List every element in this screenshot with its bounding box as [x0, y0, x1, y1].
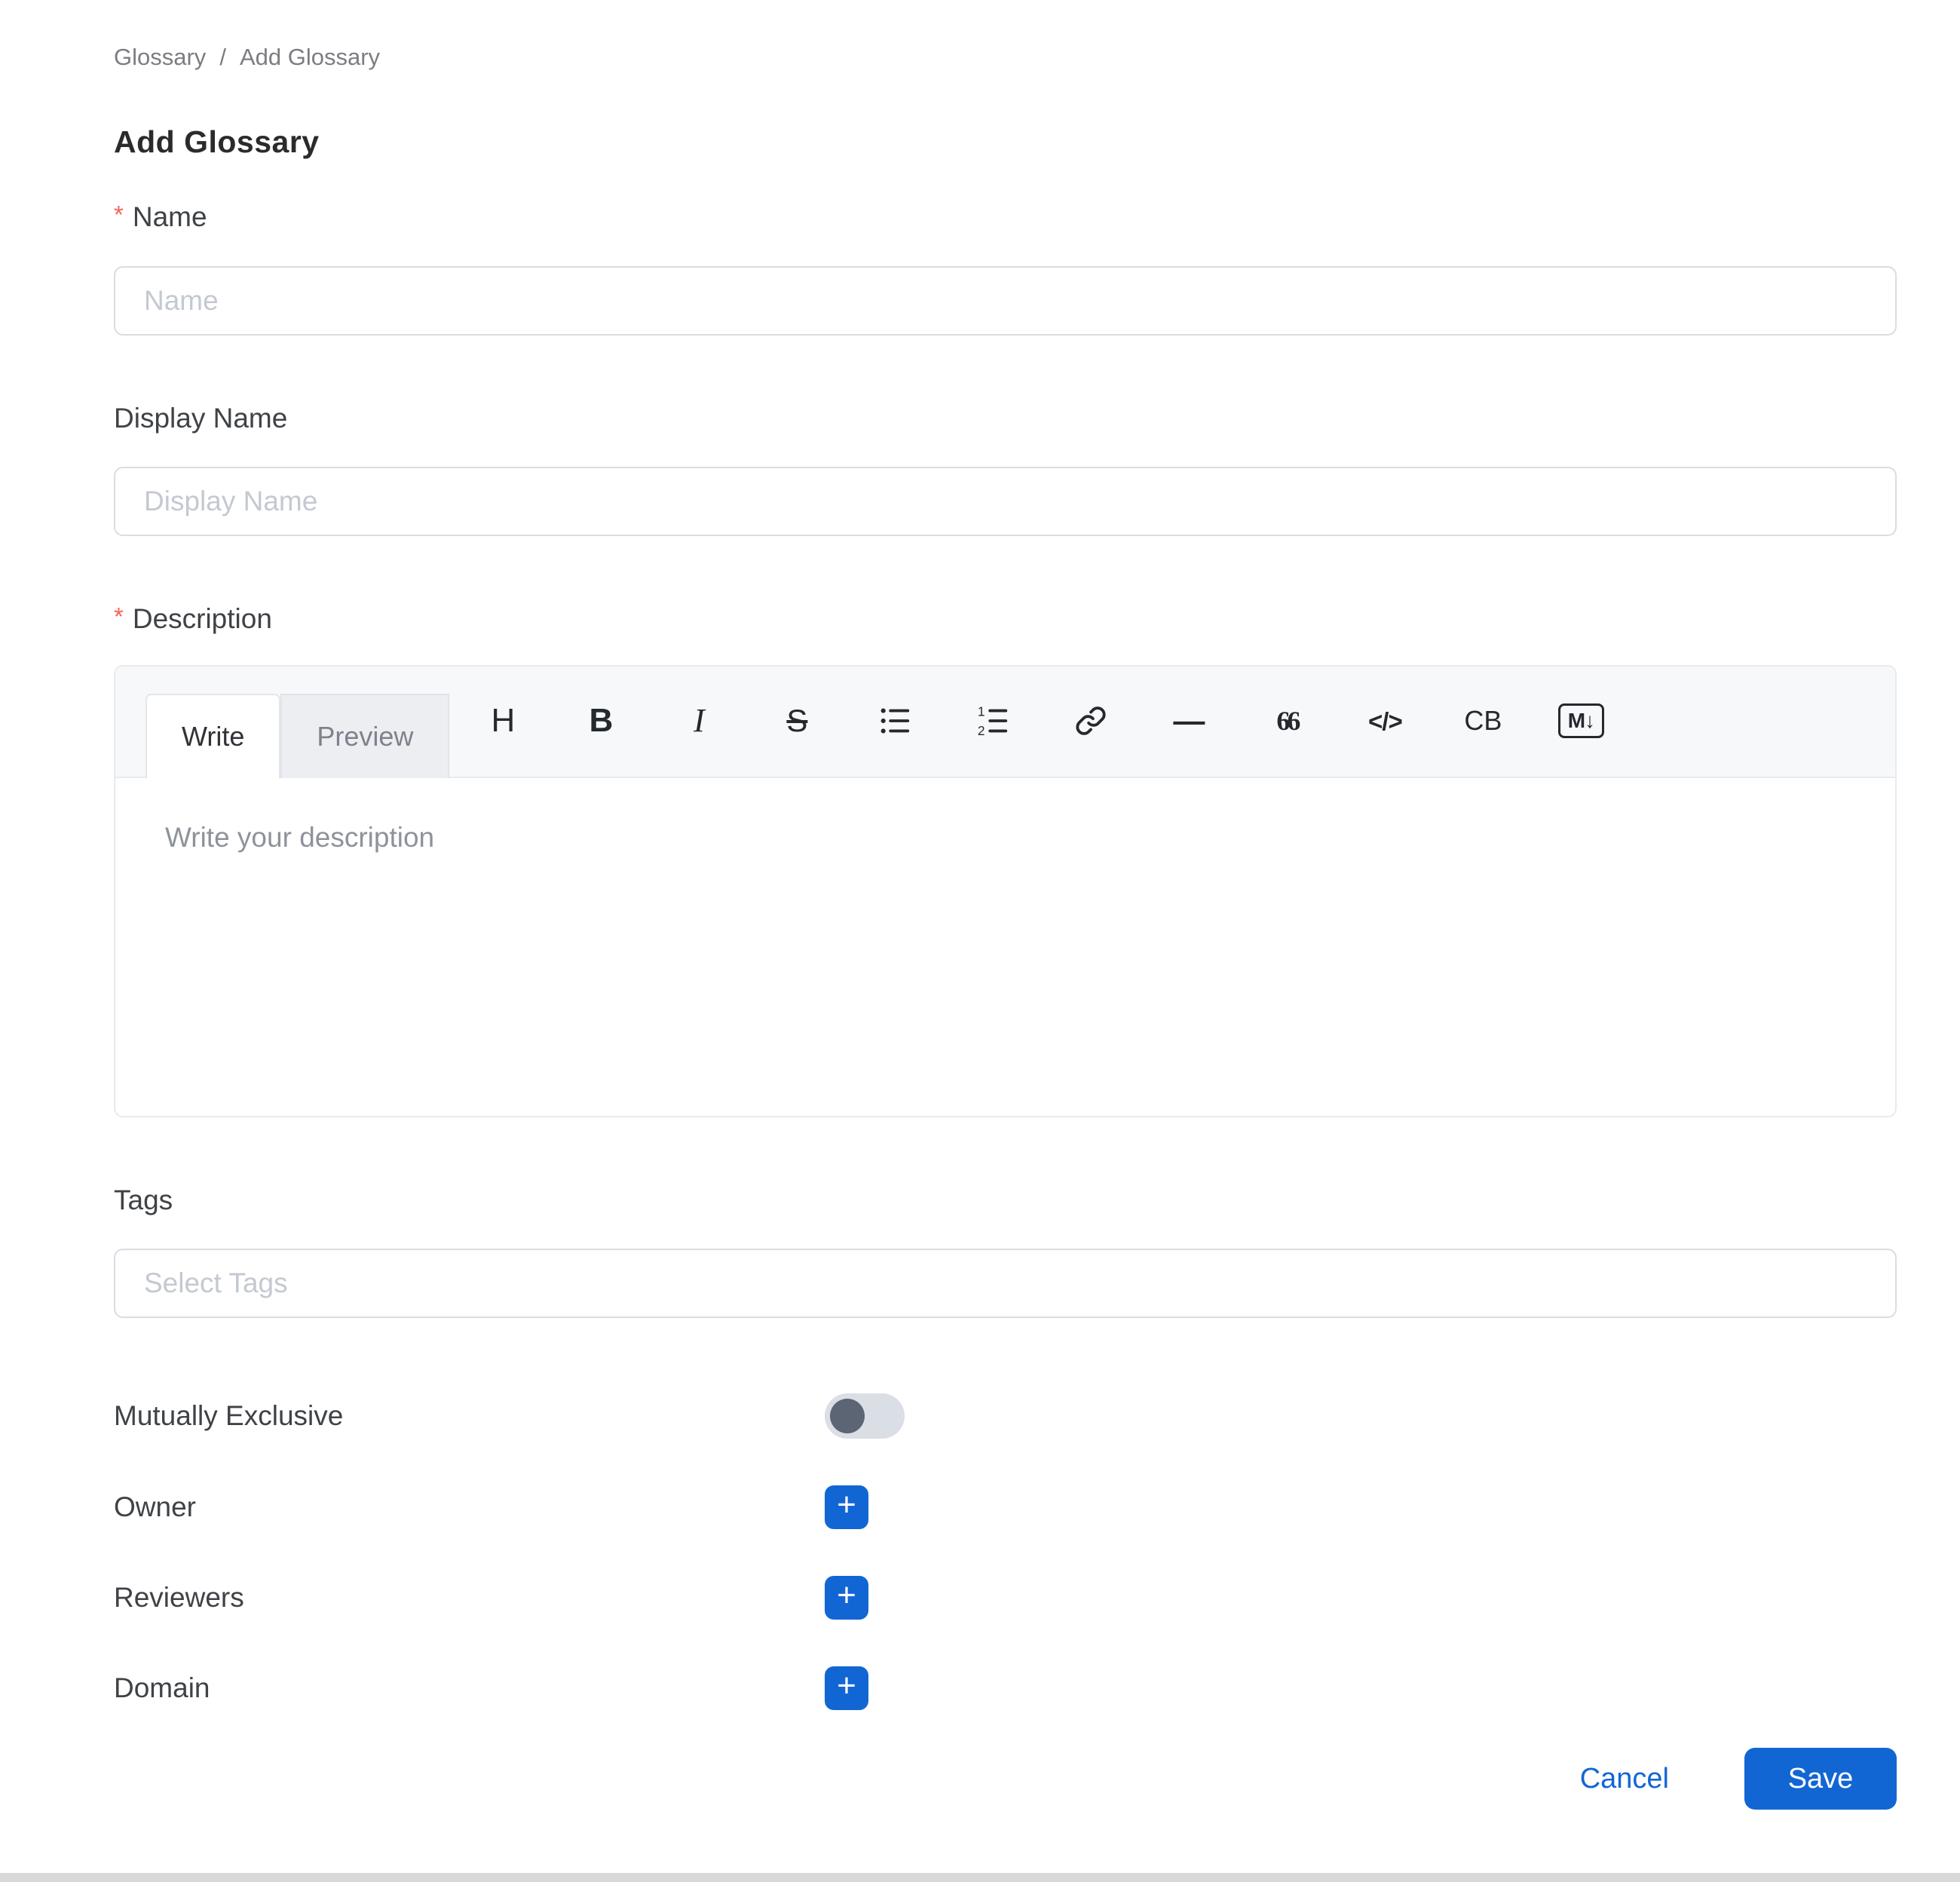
domain-label: Domain: [114, 1672, 825, 1704]
link-icon[interactable]: [1063, 688, 1119, 754]
save-button[interactable]: Save: [1744, 1748, 1897, 1810]
display-name-input[interactable]: [114, 467, 1897, 536]
reviewers-label: Reviewers: [114, 1582, 825, 1614]
required-asterisk: *: [114, 600, 124, 633]
domain-row: Domain +: [114, 1666, 1897, 1710]
editor-tabs: Write Preview: [145, 667, 449, 777]
inline-code-icon[interactable]: </>: [1357, 688, 1413, 754]
toggle-knob: [830, 1399, 865, 1433]
description-placeholder: Write your description: [165, 822, 434, 853]
description-label-text: Description: [133, 602, 272, 636]
mutually-exclusive-toggle[interactable]: [825, 1393, 905, 1439]
unordered-list-icon[interactable]: [867, 688, 923, 754]
tab-preview[interactable]: Preview: [280, 694, 449, 778]
breadcrumb-separator: /: [219, 44, 226, 71]
name-input[interactable]: [114, 266, 1897, 336]
reviewers-row: Reviewers +: [114, 1576, 1897, 1620]
description-textarea[interactable]: Write your description: [115, 778, 1895, 1117]
field-tags: Tags: [114, 1184, 1897, 1318]
strikethrough-icon[interactable]: S: [769, 688, 825, 754]
description-label: * Description: [114, 602, 1897, 636]
ordered-list-icon[interactable]: 1 2: [965, 688, 1021, 754]
mutually-exclusive-row: Mutually Exclusive: [114, 1393, 1897, 1439]
heading-icon[interactable]: H: [475, 688, 531, 754]
field-description: * Description Write Preview H B I S: [114, 602, 1897, 1117]
reviewers-add-button[interactable]: +: [825, 1576, 868, 1620]
description-editor-toolbar: Write Preview H B I S: [115, 667, 1895, 778]
bold-icon[interactable]: B: [573, 688, 629, 754]
page-title: Add Glossary: [114, 124, 1897, 160]
horizontal-rule-icon[interactable]: —: [1161, 688, 1217, 754]
breadcrumb: Glossary / Add Glossary: [114, 44, 1897, 71]
quote-icon[interactable]: 66: [1259, 688, 1315, 754]
markdown-icon[interactable]: M↓: [1553, 688, 1609, 754]
editor-icon-bar: H B I S: [475, 665, 1609, 777]
tags-label: Tags: [114, 1184, 1897, 1217]
owner-label: Owner: [114, 1491, 825, 1523]
display-name-label: Display Name: [114, 402, 1897, 435]
domain-add-button[interactable]: +: [825, 1666, 868, 1710]
page-bottom-edge: [0, 1873, 1960, 1882]
name-label: * Name: [114, 201, 1897, 234]
owner-row: Owner +: [114, 1485, 1897, 1529]
mutually-exclusive-label: Mutually Exclusive: [114, 1400, 825, 1432]
cancel-button[interactable]: Cancel: [1580, 1763, 1669, 1795]
add-glossary-form: Glossary / Add Glossary Add Glossary * N…: [0, 0, 1960, 1810]
field-display-name: Display Name: [114, 402, 1897, 536]
display-name-label-text: Display Name: [114, 402, 287, 435]
tab-write[interactable]: Write: [145, 694, 280, 778]
tags-label-text: Tags: [114, 1184, 173, 1217]
italic-icon[interactable]: I: [671, 688, 727, 754]
owner-add-button[interactable]: +: [825, 1485, 868, 1529]
code-block-icon[interactable]: CB: [1455, 688, 1511, 754]
svg-text:2: 2: [978, 723, 985, 738]
svg-text:1: 1: [978, 703, 985, 719]
breadcrumb-glossary[interactable]: Glossary: [114, 44, 206, 71]
description-editor: Write Preview H B I S: [114, 665, 1897, 1117]
form-actions: Cancel Save: [114, 1748, 1897, 1810]
name-label-text: Name: [133, 201, 207, 234]
required-asterisk: *: [114, 198, 124, 231]
field-name: * Name: [114, 201, 1897, 336]
breadcrumb-add-glossary: Add Glossary: [240, 44, 380, 71]
tags-select-input[interactable]: [114, 1249, 1897, 1318]
